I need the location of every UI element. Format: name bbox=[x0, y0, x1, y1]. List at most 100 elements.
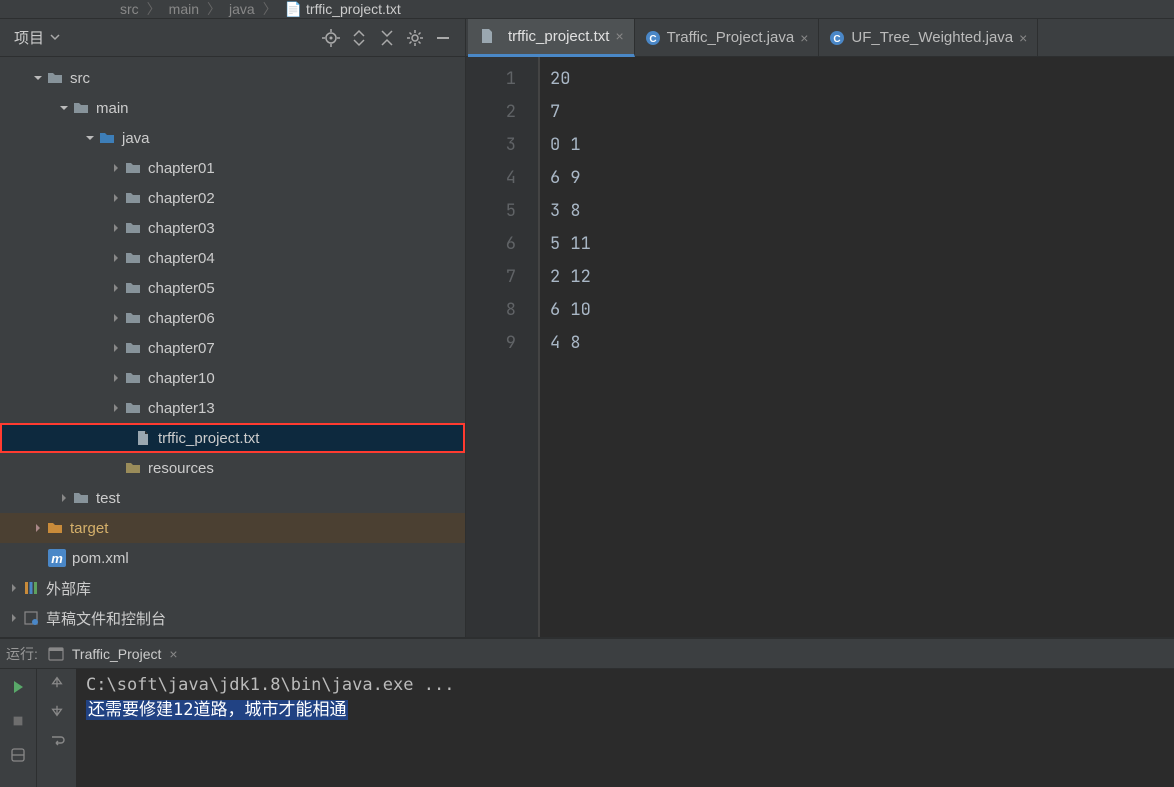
close-icon[interactable]: × bbox=[615, 28, 623, 44]
locate-icon[interactable] bbox=[317, 24, 345, 52]
tree-folder-main[interactable]: main bbox=[0, 93, 465, 123]
console-line: 还需要修建12道路，城市才能相通 bbox=[86, 700, 348, 720]
tree-file-selected[interactable]: trffic_project.txt bbox=[0, 423, 465, 453]
tree-folder-target[interactable]: target bbox=[0, 513, 465, 543]
tree-item-label: chapter01 bbox=[148, 160, 215, 177]
chevron-down-icon[interactable] bbox=[82, 133, 98, 143]
tree-scratches[interactable]: 草稿文件和控制台 bbox=[0, 603, 465, 633]
line-number: 1 bbox=[466, 63, 516, 96]
tab-uf-tree-weighted-java[interactable]: C UF_Tree_Weighted.java × bbox=[819, 19, 1038, 57]
chevron-right-icon[interactable] bbox=[108, 223, 124, 233]
chevron-right-icon[interactable] bbox=[108, 253, 124, 263]
line-number: 8 bbox=[466, 294, 516, 327]
code-line[interactable]: 6 9 bbox=[550, 162, 1174, 195]
chevron-down-icon bbox=[50, 29, 60, 46]
chevron-right-icon[interactable] bbox=[30, 523, 46, 533]
folder-icon bbox=[124, 249, 142, 267]
chevron-right-icon[interactable] bbox=[108, 403, 124, 413]
breadcrumb-part[interactable]: main bbox=[169, 1, 199, 17]
breadcrumb-part[interactable]: 📄 trffic_project.txt bbox=[285, 1, 401, 18]
code-line[interactable]: 3 8 bbox=[550, 195, 1174, 228]
tree-folder-chapter[interactable]: chapter10 bbox=[0, 363, 465, 393]
run-button[interactable] bbox=[6, 675, 30, 699]
stop-button[interactable] bbox=[6, 709, 30, 733]
folder-icon bbox=[124, 309, 142, 327]
maven-icon: m bbox=[48, 549, 66, 567]
tree-folder-chapter[interactable]: chapter03 bbox=[0, 213, 465, 243]
run-config[interactable]: Traffic_Project × bbox=[48, 646, 178, 662]
close-icon[interactable]: × bbox=[1019, 30, 1027, 46]
chevron-right-icon[interactable] bbox=[108, 343, 124, 353]
chevron-right-icon[interactable] bbox=[6, 583, 22, 593]
tree-folder-chapter[interactable]: chapter07 bbox=[0, 333, 465, 363]
close-icon[interactable]: × bbox=[169, 646, 177, 662]
tree-item-label: chapter13 bbox=[148, 400, 215, 417]
expand-all-icon[interactable] bbox=[345, 24, 373, 52]
layout-button[interactable] bbox=[6, 743, 30, 767]
tree-file-pom[interactable]: m pom.xml bbox=[0, 543, 465, 573]
chevron-down-icon[interactable] bbox=[56, 103, 72, 113]
editor-tabs: trffic_project.txt × C Traffic_Project.j… bbox=[466, 19, 1174, 57]
code-line[interactable]: 6 10 bbox=[550, 294, 1174, 327]
collapse-all-icon[interactable] bbox=[373, 24, 401, 52]
text-file-icon bbox=[478, 27, 496, 45]
editor-area: trffic_project.txt × C Traffic_Project.j… bbox=[466, 19, 1174, 637]
line-number: 4 bbox=[466, 162, 516, 195]
tab-trffic-project-txt[interactable]: trffic_project.txt × bbox=[468, 19, 635, 57]
folder-icon bbox=[124, 279, 142, 297]
tree-folder-chapter[interactable]: chapter06 bbox=[0, 303, 465, 333]
java-class-icon: C bbox=[645, 30, 661, 46]
gear-icon[interactable] bbox=[401, 24, 429, 52]
tree-item-label: chapter02 bbox=[148, 190, 215, 207]
breadcrumb-part[interactable]: java bbox=[229, 1, 255, 17]
soft-wrap-icon[interactable] bbox=[49, 733, 65, 752]
editor-code[interactable]: 2070 16 93 85 112 126 104 8 bbox=[540, 57, 1174, 637]
up-icon[interactable] bbox=[50, 675, 64, 692]
hide-icon[interactable] bbox=[429, 24, 457, 52]
chevron-right-icon[interactable] bbox=[108, 193, 124, 203]
line-number: 6 bbox=[466, 228, 516, 261]
tree-folder-java[interactable]: java bbox=[0, 123, 465, 153]
line-number: 9 bbox=[466, 327, 516, 360]
code-line[interactable]: 0 1 bbox=[550, 129, 1174, 162]
code-line[interactable]: 4 8 bbox=[550, 327, 1174, 360]
tree-folder-src[interactable]: src bbox=[0, 63, 465, 93]
tree-item-label: chapter03 bbox=[148, 220, 215, 237]
tree-external-libs[interactable]: 外部库 bbox=[0, 573, 465, 603]
chevron-right-icon[interactable] bbox=[6, 613, 22, 623]
console-output[interactable]: C:\soft\java\jdk1.8\bin\java.exe ... 还需要… bbox=[76, 669, 1174, 787]
console-command: C:\soft\java\jdk1.8\bin\java.exe ... bbox=[86, 675, 1164, 695]
chevron-down-icon[interactable] bbox=[30, 73, 46, 83]
folder-icon bbox=[72, 99, 90, 117]
chevron-right-icon[interactable] bbox=[108, 313, 124, 323]
project-tree[interactable]: src main java chapter01 chapter02 chapter0… bbox=[0, 57, 465, 637]
folder-icon bbox=[124, 459, 142, 477]
code-line[interactable]: 5 11 bbox=[550, 228, 1174, 261]
tree-folder-test[interactable]: test bbox=[0, 483, 465, 513]
tree-folder-chapter[interactable]: chapter04 bbox=[0, 243, 465, 273]
line-number: 3 bbox=[466, 129, 516, 162]
chevron-right-icon[interactable] bbox=[56, 493, 72, 503]
chevron-right-icon[interactable] bbox=[108, 373, 124, 383]
folder-icon bbox=[72, 489, 90, 507]
tree-folder-chapter[interactable]: chapter05 bbox=[0, 273, 465, 303]
breadcrumb-part[interactable]: src bbox=[120, 1, 139, 17]
tree-folder-chapter[interactable]: chapter01 bbox=[0, 153, 465, 183]
close-icon[interactable]: × bbox=[800, 30, 808, 46]
code-line[interactable]: 20 bbox=[550, 63, 1174, 96]
down-icon[interactable] bbox=[50, 704, 64, 721]
line-number: 2 bbox=[466, 96, 516, 129]
tree-folder-resources[interactable]: resources bbox=[0, 453, 465, 483]
library-icon bbox=[22, 579, 40, 597]
tree-folder-chapter[interactable]: chapter13 bbox=[0, 393, 465, 423]
code-line[interactable]: 2 12 bbox=[550, 261, 1174, 294]
tree-folder-chapter[interactable]: chapter02 bbox=[0, 183, 465, 213]
chevron-right-icon[interactable] bbox=[108, 283, 124, 293]
run-tool-column-left bbox=[0, 669, 36, 787]
code-line[interactable]: 7 bbox=[550, 96, 1174, 129]
editor-body[interactable]: 123456789 2070 16 93 85 112 126 104 8 bbox=[466, 57, 1174, 637]
chevron-right-icon[interactable] bbox=[108, 163, 124, 173]
sidebar-title[interactable]: 项目 bbox=[8, 27, 60, 48]
tab-traffic-project-java[interactable]: C Traffic_Project.java × bbox=[635, 19, 820, 57]
editor-gutter: 123456789 bbox=[466, 57, 540, 637]
